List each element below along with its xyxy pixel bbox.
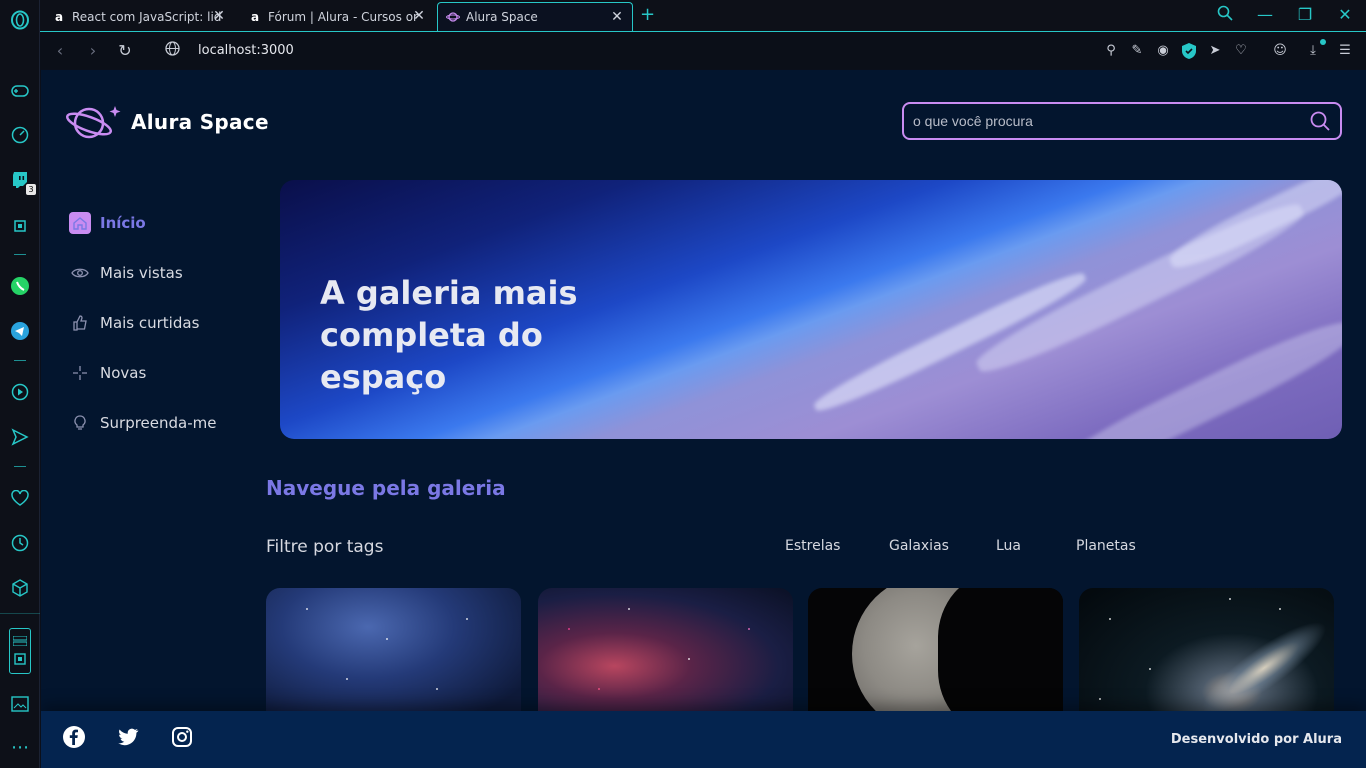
telegram-icon[interactable] bbox=[9, 320, 31, 342]
reload-icon[interactable]: ↻ bbox=[115, 41, 135, 60]
address-bar: ‹ › ↻ localhost:3000 ⚲ ✎ ◉ ➤ ♡ ☺ ⤓ ☰ bbox=[40, 31, 1366, 69]
close-icon[interactable]: ✕ bbox=[412, 9, 426, 23]
logo[interactable]: Alura Space bbox=[65, 102, 269, 142]
alura-favicon-icon: a bbox=[54, 9, 64, 24]
restore-icon[interactable]: ❐ bbox=[1295, 5, 1315, 24]
send-icon[interactable] bbox=[9, 426, 31, 448]
tag-planetas[interactable]: Planetas bbox=[1076, 538, 1136, 554]
eye-icon bbox=[69, 262, 91, 284]
workspace-switcher[interactable] bbox=[9, 628, 31, 674]
search-tabs-icon[interactable] bbox=[1215, 5, 1235, 25]
player-icon[interactable] bbox=[9, 381, 31, 403]
gamepad-icon[interactable] bbox=[9, 80, 31, 102]
menu-item-mais-vistas[interactable]: Mais vistas bbox=[69, 248, 259, 298]
camera-icon[interactable]: ◉ bbox=[1155, 43, 1171, 59]
alura-favicon-icon: a bbox=[250, 9, 260, 24]
menu-label: Novas bbox=[100, 364, 147, 382]
whatsapp-icon[interactable] bbox=[9, 275, 31, 297]
search-icon[interactable] bbox=[1310, 111, 1330, 135]
gallery-card-galaxy[interactable] bbox=[1079, 588, 1334, 718]
close-window-icon[interactable]: ✕ bbox=[1335, 5, 1355, 24]
browser-sidebar: 3 ⋯ bbox=[0, 0, 40, 768]
back-icon[interactable]: ‹ bbox=[50, 41, 70, 60]
gallery-card-milky-way[interactable] bbox=[266, 588, 521, 718]
instagram-icon[interactable] bbox=[170, 725, 194, 749]
alura-space-page: Alura Space Início Mais vistas Mais curt… bbox=[41, 70, 1366, 768]
sparkle-icon bbox=[69, 362, 91, 384]
download-icon[interactable]: ⤓ bbox=[1305, 43, 1321, 59]
planet-logo-icon bbox=[66, 106, 121, 139]
tab-react[interactable]: a React com JavaScript: lidan ✕ bbox=[44, 2, 234, 31]
adblock-shield-icon[interactable] bbox=[1181, 43, 1197, 59]
tab-strip: a React com JavaScript: lidan ✕ a Fórum … bbox=[40, 0, 1366, 31]
gallery-icon[interactable] bbox=[9, 693, 31, 715]
close-icon[interactable]: ✕ bbox=[212, 9, 226, 23]
chip-icon[interactable] bbox=[9, 215, 31, 237]
menu-label: Início bbox=[100, 214, 146, 232]
twitch-badge: 3 bbox=[26, 184, 36, 195]
sidebar-divider bbox=[0, 613, 40, 614]
footer: Desenvolvido por Alura bbox=[41, 711, 1366, 768]
sidebar-divider bbox=[14, 360, 26, 361]
edit-icon[interactable]: ✎ bbox=[1129, 43, 1145, 59]
close-icon[interactable]: ✕ bbox=[610, 10, 624, 24]
tab-alura-space[interactable]: Alura Space ✕ bbox=[437, 2, 633, 31]
search-page-icon[interactable]: ⚲ bbox=[1103, 43, 1119, 59]
sidebar-divider bbox=[14, 466, 26, 467]
menu-label: Surpreenda-me bbox=[100, 414, 217, 432]
footer-credit: Desenvolvido por Alura bbox=[1170, 732, 1342, 747]
home-icon bbox=[69, 212, 91, 234]
banner-title: A galeria mais completa do espaço bbox=[320, 274, 578, 396]
tag-galaxias[interactable]: Galaxias bbox=[889, 538, 949, 554]
lightbulb-icon bbox=[69, 412, 91, 434]
download-indicator bbox=[1320, 39, 1326, 45]
section-title: Navegue pela galeria bbox=[266, 476, 506, 500]
hero-banner: A galeria mais completa do espaço bbox=[280, 180, 1342, 439]
opera-logo-icon[interactable] bbox=[9, 9, 31, 31]
tab-forum[interactable]: a Fórum | Alura - Cursos onli ✕ bbox=[240, 2, 434, 31]
menu-item-novas[interactable]: Novas bbox=[69, 348, 259, 398]
gallery-card-nebula[interactable] bbox=[538, 588, 793, 718]
cube-icon[interactable] bbox=[9, 577, 31, 599]
tag-lua[interactable]: Lua bbox=[996, 538, 1021, 554]
gallery-card-moon[interactable] bbox=[808, 588, 1063, 718]
more-icon[interactable]: ⋯ bbox=[9, 736, 31, 758]
side-menu: Início Mais vistas Mais curtidas Novas S… bbox=[69, 198, 259, 448]
menu-item-surpreenda-me[interactable]: Surpreenda-me bbox=[69, 398, 259, 448]
tab-title: React com JavaScript: lidan bbox=[72, 9, 222, 24]
heart-icon[interactable] bbox=[9, 487, 31, 509]
sidebar-divider bbox=[14, 254, 26, 255]
minimize-icon[interactable]: — bbox=[1255, 5, 1275, 24]
send-icon[interactable]: ➤ bbox=[1207, 43, 1223, 59]
menu-label: Mais vistas bbox=[100, 264, 183, 282]
tag-estrelas[interactable]: Estrelas bbox=[785, 538, 840, 554]
facebook-icon[interactable] bbox=[62, 725, 86, 749]
speedometer-icon[interactable] bbox=[9, 124, 31, 146]
moon-shadow bbox=[938, 588, 1063, 718]
logo-text: Alura Space bbox=[131, 110, 269, 134]
tab-title: Alura Space bbox=[466, 10, 538, 24]
twitter-icon[interactable] bbox=[116, 725, 140, 749]
planet-favicon-icon bbox=[446, 10, 460, 24]
heart-icon[interactable]: ♡ bbox=[1233, 43, 1249, 59]
url-field[interactable]: localhost:3000 bbox=[198, 43, 294, 58]
menu-item-mais-curtidas[interactable]: Mais curtidas bbox=[69, 298, 259, 348]
history-icon[interactable] bbox=[9, 532, 31, 554]
profile-icon[interactable]: ☺ bbox=[1272, 43, 1288, 59]
forward-icon[interactable]: › bbox=[83, 41, 103, 60]
galaxy-image bbox=[1191, 608, 1334, 718]
menu-item-inicio[interactable]: Início bbox=[69, 198, 259, 248]
tab-title: Fórum | Alura - Cursos onli bbox=[268, 9, 418, 24]
easy-setup-icon[interactable]: ☰ bbox=[1337, 43, 1353, 59]
search-box[interactable] bbox=[902, 102, 1342, 140]
search-input[interactable] bbox=[904, 113, 1294, 129]
new-tab-icon[interactable]: + bbox=[640, 4, 655, 25]
menu-label: Mais curtidas bbox=[100, 314, 200, 332]
globe-icon bbox=[162, 41, 182, 60]
filter-label: Filtre por tags bbox=[266, 537, 384, 557]
thumbs-up-icon bbox=[69, 312, 91, 334]
banner-mountain bbox=[1164, 180, 1342, 277]
